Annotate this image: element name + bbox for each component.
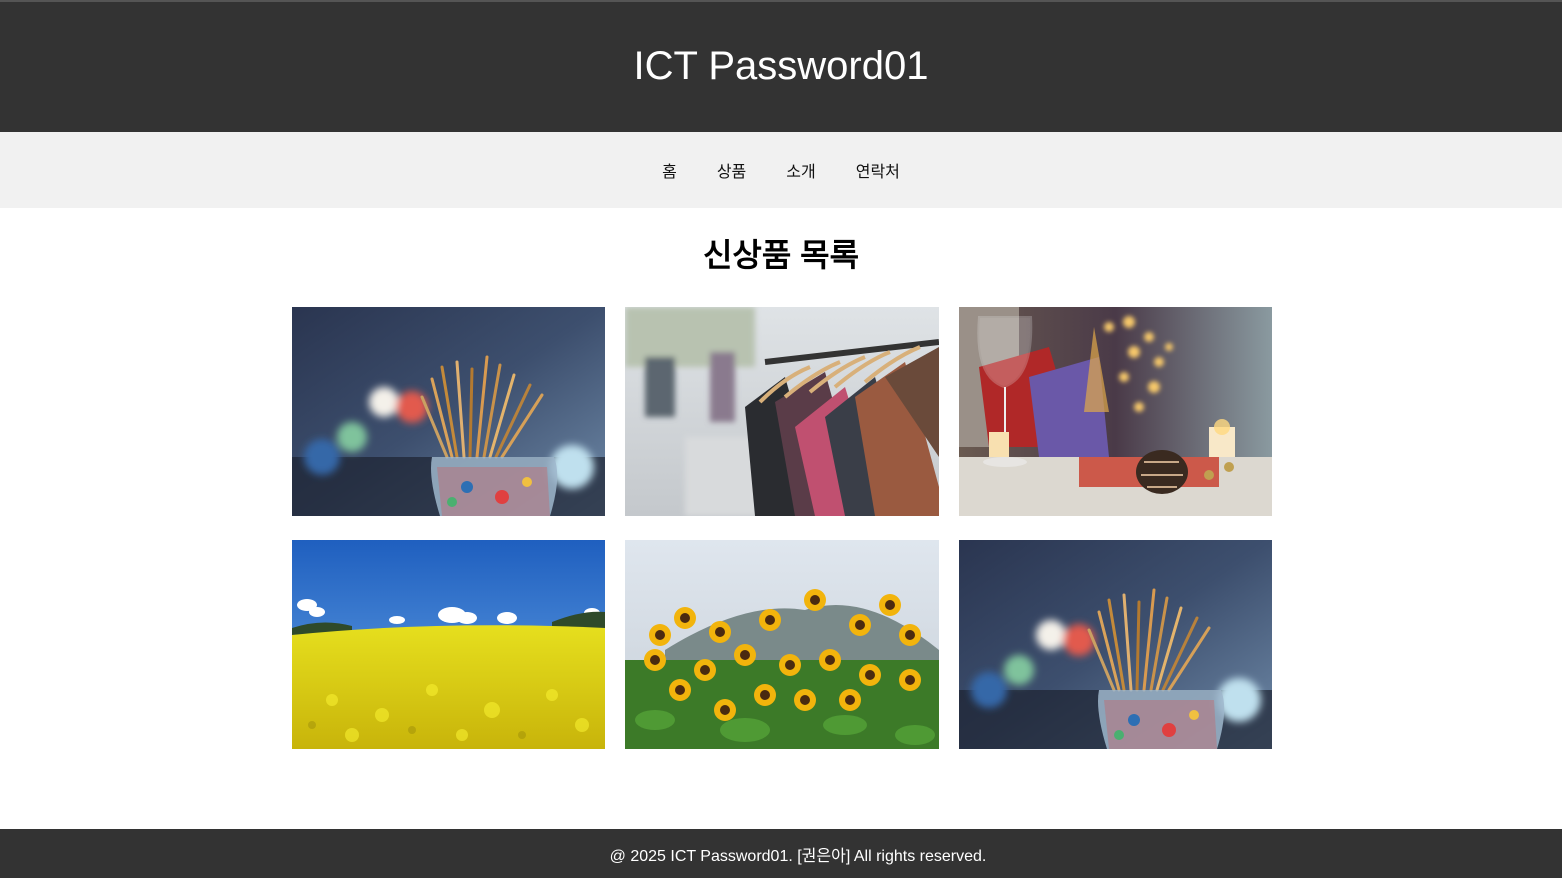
product-image-rapeseed-field[interactable] [292, 540, 605, 749]
product-image-paintbrushes-2[interactable] [959, 540, 1272, 749]
copyright-text: @ 2025 ICT Password01. [권은아] All rights … [609, 847, 987, 865]
section-heading: 신상품 목록 [702, 237, 860, 273]
product-image-clothes-rack[interactable] [625, 307, 939, 516]
site-header: ICT Password01 [0, 2, 1562, 132]
nav-item-products[interactable]: 상품 [717, 158, 746, 182]
product-grid [292, 307, 1272, 749]
site-footer: @ 2025 ICT Password01. [권은아] All rights … [0, 829, 1562, 878]
product-image-sunflower-field[interactable] [625, 540, 939, 749]
nav-item-contact[interactable]: 연락처 [856, 158, 900, 182]
main-nav: 홈 상품 소개 연락처 [0, 132, 1562, 208]
product-image-paintbrushes[interactable] [292, 307, 605, 516]
site-title: ICT Password01 [633, 43, 929, 88]
nav-item-home[interactable]: 홈 [662, 158, 677, 182]
product-image-wine-candles[interactable] [959, 307, 1272, 516]
nav-item-about[interactable]: 소개 [786, 158, 815, 182]
